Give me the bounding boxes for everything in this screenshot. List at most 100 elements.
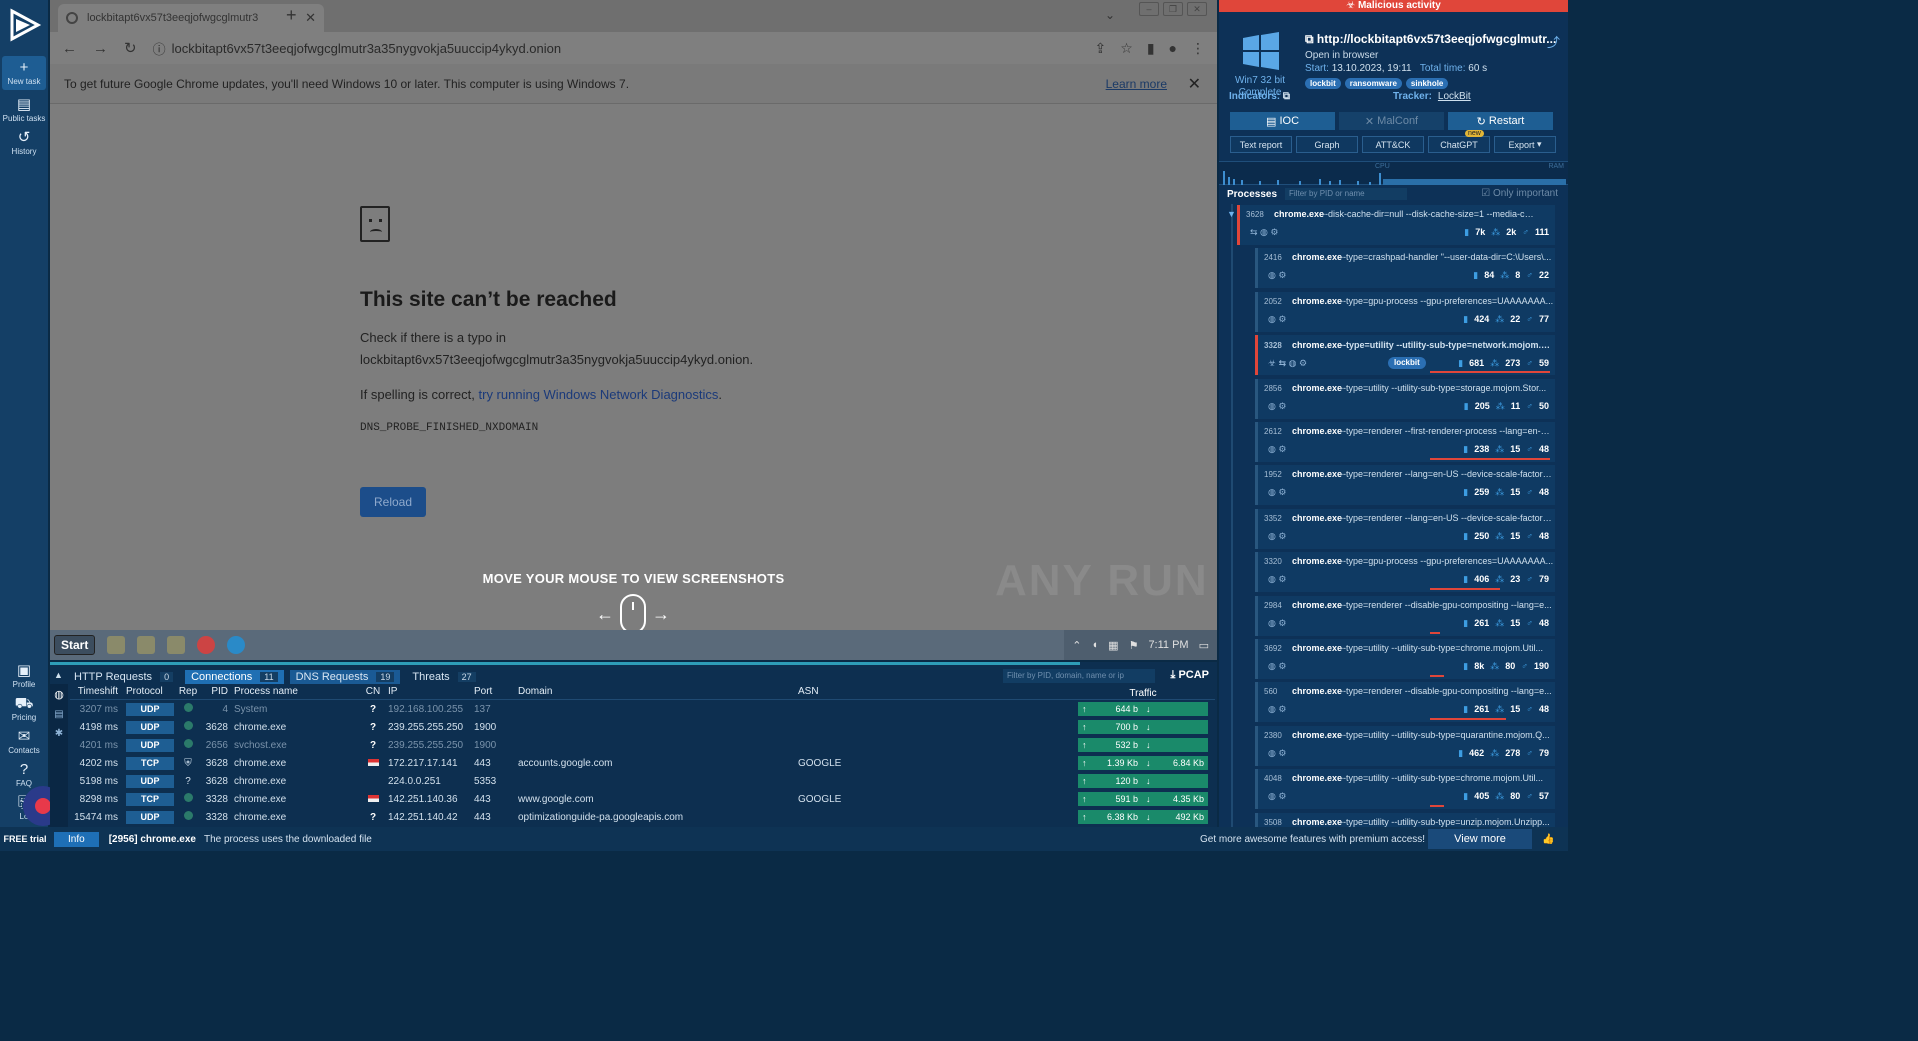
column-header[interactable]: Domain — [518, 686, 798, 699]
process-tag[interactable]: lockbit — [1388, 357, 1426, 370]
anyrun-logo[interactable] — [0, 0, 48, 50]
connection-row[interactable]: 15474 ms UDP 3328 chrome.exe? 142.251.140.42… — [70, 808, 1215, 826]
process-item[interactable]: 2380 chrome.exe --type=utility --utility-s… — [1255, 725, 1555, 766]
share-icon[interactable]: ⤴ — [1547, 32, 1560, 51]
process-item[interactable]: 4048 chrome.exe --type=utility --utility-s… — [1255, 769, 1555, 810]
maximize-button[interactable]: ❐ — [1163, 2, 1183, 16]
connection-row[interactable]: 3207 ms UDP 4 System? 192.168.100.255 137 ↑ 644… — [70, 700, 1215, 718]
info-icon[interactable]: ⓘ — [153, 39, 166, 58]
process-item[interactable]: 3352 chrome.exe --type=renderer --lang=en-… — [1255, 508, 1555, 549]
tree-expand-icon[interactable]: ▼ — [1227, 209, 1236, 219]
process-item[interactable]: 560 chrome.exe --type=renderer --disable-g… — [1255, 682, 1555, 723]
process-item[interactable]: 2612 chrome.exe --type=renderer --first-re… — [1255, 422, 1555, 462]
network-diagnostics-link[interactable]: try running Windows Network Diagnostics — [479, 387, 719, 402]
column-header[interactable]: PID — [202, 686, 234, 699]
connection-row[interactable]: 4202 ms TCP ⛨ 3628 chrome.exe 172.217.17.141 4… — [70, 754, 1215, 772]
tray-arrow-icon[interactable]: ⌃ — [1072, 639, 1081, 652]
process-item[interactable]: 2856 chrome.exe --type=utility --utility-s… — [1255, 378, 1555, 419]
share-icon[interactable]: ⇪ — [1095, 40, 1107, 57]
reload-icon[interactable]: ↻ — [124, 39, 137, 57]
restart-button[interactable]: ↻ Restart — [1448, 112, 1553, 130]
url-field[interactable]: lockbitapt6vx57t3eeqjofwgcglmutr3a35nygv… — [172, 41, 562, 56]
column-header[interactable]: Process name — [234, 686, 358, 699]
tab-close-icon[interactable]: ✕ — [305, 10, 316, 26]
process-item[interactable]: 2052 chrome.exe --type=gpu-process --gpu-p… — [1255, 291, 1555, 332]
back-icon[interactable]: ← — [62, 40, 77, 57]
arrow-right-icon[interactable]: → — [652, 604, 670, 625]
globe-icon[interactable]: ◍ — [50, 688, 68, 701]
column-header[interactable]: Timeshift — [70, 686, 122, 699]
tab-dns-requests[interactable]: DNS Requests 19 — [289, 670, 401, 684]
connection-row[interactable]: 5198 ms UDP? 3628 chrome.exe 224.0.0.251 5353… — [70, 772, 1215, 790]
process-item[interactable]: 3328 chrome.exe --type=utility --utility-s… — [1255, 335, 1555, 376]
process-filter-input[interactable]: Filter by PID or name — [1285, 188, 1408, 200]
minimize-button[interactable]: – — [1139, 2, 1159, 16]
show-desktop-icon[interactable]: ▭ — [1199, 639, 1209, 652]
ie-icon[interactable] — [107, 636, 126, 654]
tracker-link[interactable]: LockBit — [1438, 91, 1471, 102]
pricing-button[interactable]: ⛟ Pricing — [2, 695, 46, 722]
account-icon[interactable]: ● — [1169, 40, 1177, 57]
reload-button[interactable]: Reload — [360, 487, 426, 517]
connection-row[interactable]: 4201 ms UDP 2656 svchost.exe? 239.255.255.25… — [70, 736, 1215, 754]
process-item[interactable]: 3628 chrome.exe --disk-cache-dir=null --di… — [1237, 205, 1555, 245]
free-trial-label[interactable]: FREE trial — [0, 834, 50, 844]
browser-tab[interactable]: lockbitapt6vx57t3eeqjofwgcglmutr3 ✕ — [58, 4, 324, 32]
start-button[interactable]: Start — [54, 635, 96, 655]
contacts-button[interactable]: ✉ Contacts — [2, 728, 46, 755]
chrome-icon[interactable] — [197, 636, 216, 654]
history-button[interactable]: ↺ History — [2, 129, 46, 156]
column-header[interactable]: Rep — [174, 686, 202, 699]
tab-list-chevron-icon[interactable]: ⌄ — [1105, 8, 1115, 22]
column-header[interactable]: Traffic — [1078, 686, 1208, 700]
chatgpt-button[interactable]: new ChatGPT — [1428, 130, 1490, 153]
task-url[interactable]: ⧉ http://lockbitapt6vx57t3eeqjofwgcglmut… — [1305, 32, 1556, 47]
clock[interactable]: 7:11 PM — [1148, 639, 1188, 651]
volume-icon[interactable]: ◖ — [1092, 639, 1099, 651]
tag-lockbit[interactable]: lockbit — [1305, 78, 1341, 89]
ioc-button[interactable]: ▤ IOC — [1230, 112, 1335, 130]
tab-threats[interactable]: Threats 27 — [406, 670, 481, 684]
connection-row[interactable]: 8298 ms TCP 3328 chrome.exe 142.251.140.36 44… — [70, 790, 1215, 808]
process-item[interactable]: 3692 chrome.exe --type=utility --utility-s… — [1255, 639, 1555, 679]
file-icon[interactable]: ▤ — [50, 709, 68, 720]
attack-button[interactable]: ATT&CK — [1362, 136, 1424, 153]
thumbs-up-icon[interactable]: 👍 — [1542, 834, 1554, 845]
process-item[interactable]: 3320 chrome.exe --type=gpu-process --gpu-p… — [1255, 552, 1555, 593]
new-task-button[interactable]: + New task — [2, 56, 46, 90]
tag-sinkhole[interactable]: sinkhole — [1405, 78, 1449, 89]
column-header[interactable]: ASN — [798, 686, 1078, 699]
learn-more-link[interactable]: Learn more — [1106, 77, 1167, 91]
info-badge[interactable]: Info — [54, 831, 99, 847]
network-icon[interactable]: ▦ — [1108, 639, 1118, 652]
menu-icon[interactable]: ⋮ — [1191, 40, 1205, 57]
checkbox-icon[interactable]: ☑ — [1481, 188, 1490, 199]
arrow-left-icon[interactable]: ← — [596, 604, 614, 625]
forward-icon[interactable]: → — [93, 40, 108, 57]
new-tab-button[interactable]: + — [286, 5, 297, 26]
process-item[interactable]: 1952 chrome.exe --type=renderer --lang=en-… — [1255, 465, 1555, 506]
folder-icon[interactable] — [137, 636, 156, 654]
copy-icon[interactable]: ⧉ — [1305, 32, 1314, 46]
close-window-button[interactable]: ✕ — [1187, 2, 1207, 16]
profile-button[interactable]: ▣ Profile — [2, 662, 46, 689]
view-more-button[interactable]: View more — [1428, 829, 1532, 849]
pcap-download-button[interactable]: ⤓ PCAP — [1171, 669, 1209, 682]
bookmark-star-icon[interactable]: ☆ — [1120, 40, 1133, 57]
sidepanel-icon[interactable]: ▮ — [1147, 40, 1155, 57]
tab-connections[interactable]: Connections 11 — [185, 670, 284, 684]
edge-icon[interactable] — [227, 636, 246, 654]
column-header[interactable]: CN — [358, 686, 388, 699]
public-tasks-button[interactable]: ▤ Public tasks — [2, 96, 46, 123]
flag-icon[interactable]: ⚑ — [1129, 639, 1139, 652]
indicator-file-icon[interactable]: ⧉ — [1283, 91, 1290, 102]
connection-row[interactable]: 4198 ms UDP 3628 chrome.exe? 239.255.255.250… — [70, 718, 1215, 736]
media-player-icon[interactable] — [167, 636, 186, 654]
vm-screen[interactable]: lockbitapt6vx57t3eeqjofwgcglmutr3 ✕ + – … — [50, 0, 1217, 660]
graph-button[interactable]: Graph — [1296, 136, 1358, 153]
export-button[interactable]: Export ▾ — [1494, 136, 1556, 153]
bug-icon[interactable]: ✱ — [50, 728, 68, 739]
faq-button[interactable]: ? FAQ — [2, 761, 46, 788]
infobar-close-icon[interactable]: ✕ — [1188, 74, 1201, 94]
process-item[interactable]: 3508 chrome.exe --type=utility --utility-s… — [1255, 812, 1555, 827]
